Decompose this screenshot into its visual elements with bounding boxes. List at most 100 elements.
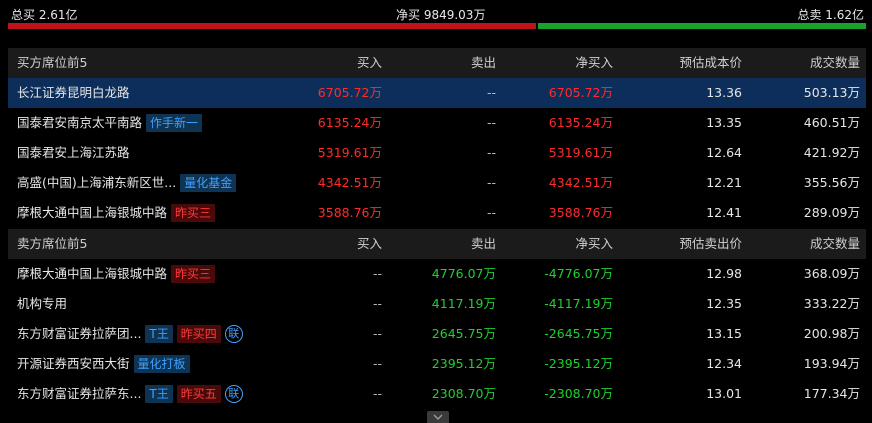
seat-name-cell: 东方财富证券拉萨团... T王 昨买四联 xyxy=(17,319,347,349)
buy-amount: -- xyxy=(372,296,382,311)
seat-name[interactable]: 东方财富证券拉萨团... xyxy=(17,319,141,349)
total-buy-label: 总买 2.61亿 xyxy=(11,8,78,22)
volume: 177.34万 xyxy=(803,386,860,401)
seat-tag[interactable]: 昨买三 xyxy=(171,204,216,222)
header-volume[interactable]: 成交数量 xyxy=(810,229,860,259)
volume: 333.22万 xyxy=(803,296,860,311)
seat-name[interactable]: 长江证券昆明白龙路 xyxy=(17,78,130,108)
header-volume[interactable]: 成交数量 xyxy=(810,48,860,78)
sell-amount: -- xyxy=(486,115,496,130)
buy-amount: 4342.51万 xyxy=(317,175,382,190)
buy-ratio-bar xyxy=(8,23,536,29)
sell-amount: 4117.19万 xyxy=(431,296,496,311)
expand-toggle[interactable] xyxy=(427,411,449,423)
table-row[interactable]: 高盛(中国)上海浦东新区世... 量化基金 4342.51万 -- 4342.51万 12… xyxy=(8,168,866,198)
header-est-sell-price[interactable]: 预估卖出价 xyxy=(679,229,742,259)
seat-name-cell: 摩根大通中国上海银城中路 昨买三 xyxy=(17,259,347,289)
sell-amount: 2308.70万 xyxy=(431,386,496,401)
net-amount: 3588.76万 xyxy=(548,205,613,220)
table-row[interactable]: 东方财富证券拉萨东... T王 昨买五联 -- 2308.70万 -2308.70万 13.… xyxy=(8,379,866,409)
seat-tag[interactable]: T王 xyxy=(145,325,173,343)
header-est-cost[interactable]: 预估成本价 xyxy=(679,48,742,78)
seat-name-cell: 东方财富证券拉萨东... T王 昨买五联 xyxy=(17,379,347,409)
sell-amount: -- xyxy=(486,205,496,220)
seat-name[interactable]: 开源证券西安西大街 xyxy=(17,349,130,379)
seat-name-cell: 机构专用 xyxy=(17,289,347,319)
est-price: 13.35 xyxy=(706,115,742,130)
seat-name[interactable]: 摩根大通中国上海银城中路 xyxy=(17,259,167,289)
buy-amount: 3588.76万 xyxy=(317,205,382,220)
est-price: 12.64 xyxy=(706,145,742,160)
volume: 355.56万 xyxy=(803,175,860,190)
volume: 368.09万 xyxy=(803,266,860,281)
net-amount: 4342.51万 xyxy=(548,175,613,190)
buy-amount: -- xyxy=(372,386,382,401)
linked-seat-badge[interactable]: 联 xyxy=(224,325,243,343)
net-amount: 5319.61万 xyxy=(548,145,613,160)
seat-tag[interactable]: T王 xyxy=(145,385,173,403)
seat-name[interactable]: 国泰君安上海江苏路 xyxy=(17,138,130,168)
header-buy-seats: 买方席位前5 xyxy=(17,55,88,70)
est-price: 13.15 xyxy=(706,326,742,341)
table-row[interactable]: 长江证券昆明白龙路 6705.72万 -- 6705.72万 13.36 503.13万 xyxy=(8,78,866,108)
table-row[interactable]: 摩根大通中国上海银城中路 昨买三 3588.76万 -- 3588.76万 12.41 28… xyxy=(8,198,866,228)
seat-name-cell: 国泰君安南京太平南路 作手新一 xyxy=(17,108,347,138)
table-row[interactable]: 摩根大通中国上海银城中路 昨买三 -- 4776.07万 -4776.07万 12.98 3… xyxy=(8,259,866,289)
est-price: 12.35 xyxy=(706,296,742,311)
total-sell-label: 总卖 1.62亿 xyxy=(797,8,864,22)
net-buy-label: 净买 9849.03万 xyxy=(396,8,486,22)
table-row[interactable]: 开源证券西安西大街 量化打板 -- 2395.12万 -2395.12万 12.34 193… xyxy=(8,349,866,379)
buy-amount: 6135.24万 xyxy=(317,115,382,130)
est-price: 12.21 xyxy=(706,175,742,190)
table-row[interactable]: 国泰君安上海江苏路 5319.61万 -- 5319.61万 12.64 421.92万 xyxy=(8,138,866,168)
net-amount: 6135.24万 xyxy=(548,115,613,130)
net-amount: -2645.75万 xyxy=(544,326,613,341)
header-buy-amount[interactable]: 买入 xyxy=(357,229,382,259)
buy-amount: -- xyxy=(372,266,382,281)
header-net-amount[interactable]: 净买入 xyxy=(575,229,613,259)
volume: 289.09万 xyxy=(803,205,860,220)
seat-name[interactable]: 高盛(中国)上海浦东新区世... xyxy=(17,168,176,198)
volume: 421.92万 xyxy=(803,145,860,160)
sell-amount: -- xyxy=(486,85,496,100)
header-net-amount[interactable]: 净买入 xyxy=(575,48,613,78)
est-price: 12.41 xyxy=(706,205,742,220)
seat-name-cell: 开源证券西安西大街 量化打板 xyxy=(17,349,347,379)
sell-amount: 2395.12万 xyxy=(431,356,496,371)
linked-seat-badge[interactable]: 联 xyxy=(224,385,243,403)
header-buy-amount[interactable]: 买入 xyxy=(357,48,382,78)
seat-name[interactable]: 摩根大通中国上海银城中路 xyxy=(17,198,167,228)
seat-name-cell: 摩根大通中国上海银城中路 昨买三 xyxy=(17,198,347,228)
volume: 193.94万 xyxy=(803,356,860,371)
seat-tag[interactable]: 昨买三 xyxy=(171,265,216,283)
net-amount: -2395.12万 xyxy=(544,356,613,371)
volume: 503.13万 xyxy=(803,85,860,100)
summary-bar: 总买 2.61亿 净买 9849.03万 总卖 1.62亿 xyxy=(0,0,872,30)
sell-amount: -- xyxy=(486,145,496,160)
sell-amount: -- xyxy=(486,175,496,190)
est-price: 12.34 xyxy=(706,356,742,371)
sell-table-header: 卖方席位前5 买入 卖出 净买入 预估卖出价 成交数量 xyxy=(8,229,866,259)
seat-name-cell: 国泰君安上海江苏路 xyxy=(17,138,347,168)
volume: 460.51万 xyxy=(803,115,860,130)
header-sell-amount[interactable]: 卖出 xyxy=(471,48,496,78)
header-sell-amount[interactable]: 卖出 xyxy=(471,229,496,259)
seat-tag[interactable]: 量化打板 xyxy=(133,355,190,373)
table-row[interactable]: 国泰君安南京太平南路 作手新一 6135.24万 -- 6135.24万 13.35 460… xyxy=(8,108,866,138)
seat-tag[interactable]: 量化基金 xyxy=(180,174,237,192)
net-amount: 6705.72万 xyxy=(548,85,613,100)
table-row[interactable]: 东方财富证券拉萨团... T王 昨买四联 -- 2645.75万 -2645.75万 13.… xyxy=(8,319,866,349)
est-price: 13.36 xyxy=(706,85,742,100)
seat-tag[interactable]: 作手新一 xyxy=(146,114,203,132)
buy-amount: -- xyxy=(372,326,382,341)
seat-name[interactable]: 国泰君安南京太平南路 xyxy=(17,108,142,138)
seat-tag[interactable]: 昨买五 xyxy=(176,385,221,403)
seat-tag[interactable]: 昨买四 xyxy=(176,325,221,343)
net-amount: -2308.70万 xyxy=(544,386,613,401)
buy-amount: 5319.61万 xyxy=(317,145,382,160)
chevron-down-icon xyxy=(433,414,443,420)
volume: 200.98万 xyxy=(803,326,860,341)
seat-name[interactable]: 机构专用 xyxy=(17,289,67,319)
seat-name[interactable]: 东方财富证券拉萨东... xyxy=(17,379,141,409)
table-row[interactable]: 机构专用 -- 4117.19万 -4117.19万 12.35 333.22万 xyxy=(8,289,866,319)
